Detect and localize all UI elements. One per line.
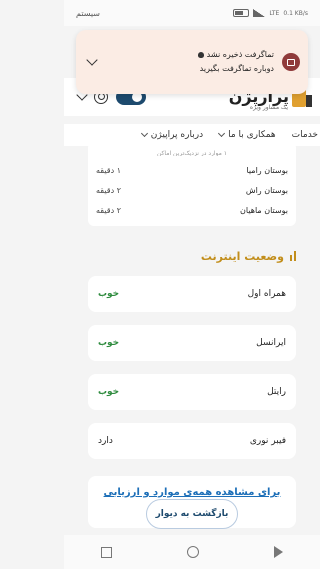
isp-list: همراه اول خوب ایرانسل خوب رایتل خوب فیبر…	[88, 276, 296, 459]
network-label: LTE	[269, 9, 280, 17]
notification-title-row: تماگرفت ذخیره نشد	[104, 48, 274, 62]
travel-time: ۲ دقیقه	[96, 205, 121, 215]
distance-row: بوستان ماهیان ۲ دقیقه	[96, 200, 288, 220]
distance-row: بوستان راش ۲ دقیقه	[96, 180, 288, 200]
image-icon	[287, 58, 295, 66]
distance-caption: ۱ موارد در نزدیک‌ترین اماکن	[156, 150, 228, 156]
back-icon[interactable]	[273, 546, 283, 558]
isp-name: ایرانسل	[256, 338, 286, 348]
nav-item-label: همکاری با ما	[228, 130, 276, 140]
speed-label: 0.1 KB/s	[283, 9, 308, 17]
chevron-down-icon	[140, 129, 148, 138]
isp-card: همراه اول خوب	[88, 276, 296, 312]
distance-row: بوستان رامیا ۱ دقیقه	[96, 160, 288, 180]
isp-status: خوب	[98, 289, 120, 299]
screenshot-app-icon	[282, 53, 300, 71]
nav-item-services[interactable]: خدمات	[292, 130, 318, 140]
notification-text: تماگرفت ذخیره نشد دوباره تماگرفت بگیرید	[96, 48, 282, 76]
isp-status: دارد	[98, 436, 113, 446]
battery-icon	[233, 9, 250, 17]
place-name: بوستان رامیا	[246, 165, 288, 175]
nav-item-label: خدمات	[291, 130, 318, 140]
screenshot-failed-notification[interactable]: تماگرفت ذخیره نشد دوباره تماگرفت بگیرید	[76, 30, 308, 94]
isp-name: همراه اول	[247, 289, 286, 299]
view-all-link[interactable]: برای مشاهده همه‌ی موارد و ارزیابی	[104, 487, 281, 498]
nav-item-label: درباره پراپیژن	[150, 130, 204, 140]
main-content: ۱ موارد در نزدیک‌ترین اماکن بوستان رامیا…	[88, 142, 296, 528]
place-name: بوستان ماهیان	[240, 205, 288, 215]
notification-title: تماگرفت ذخیره نشد	[206, 50, 274, 59]
bars-icon	[290, 251, 296, 261]
isp-name: رایتل	[267, 387, 286, 397]
nav-item-cooperation[interactable]: همکاری با ما	[218, 129, 276, 140]
isp-card: فیبر نوری دارد	[88, 423, 296, 459]
home-icon[interactable]	[186, 546, 199, 558]
back-to-feed-button[interactable]: بازگشت به دیوار	[146, 499, 238, 529]
status-icons: LTE 0.1 KB/s	[233, 9, 308, 17]
system-label: سیستم	[76, 8, 100, 18]
system-nav-bar	[64, 535, 320, 569]
isp-card: رایتل خوب	[88, 374, 296, 410]
travel-time: ۱ دقیقه	[96, 165, 121, 175]
notification-subtitle: دوباره تماگرفت بگیرید	[199, 64, 274, 73]
nav-item-about[interactable]: درباره پراپیژن	[140, 129, 204, 140]
isp-status: خوب	[98, 338, 120, 348]
isp-name: فیبر نوری	[249, 436, 286, 446]
recent-apps-icon[interactable]	[101, 546, 113, 558]
signal-icon	[253, 9, 266, 17]
internet-section-title: وضعیت اینترنت	[88, 246, 296, 266]
bug-icon	[197, 52, 204, 58]
isp-card: ایرانسل خوب	[88, 325, 296, 361]
distance-card: ۱ موارد در نزدیک‌ترین اماکن بوستان رامیا…	[88, 142, 296, 226]
section-title-text: وضعیت اینترنت	[200, 249, 284, 263]
isp-status: خوب	[98, 387, 120, 397]
chevron-down-icon	[218, 129, 226, 138]
place-name: بوستان راش	[245, 185, 288, 195]
logo-subtitle: یک مشاور ویژه	[249, 104, 288, 111]
status-bar: LTE 0.1 KB/s سیستم	[64, 0, 320, 26]
travel-time: ۲ دقیقه	[96, 185, 121, 195]
